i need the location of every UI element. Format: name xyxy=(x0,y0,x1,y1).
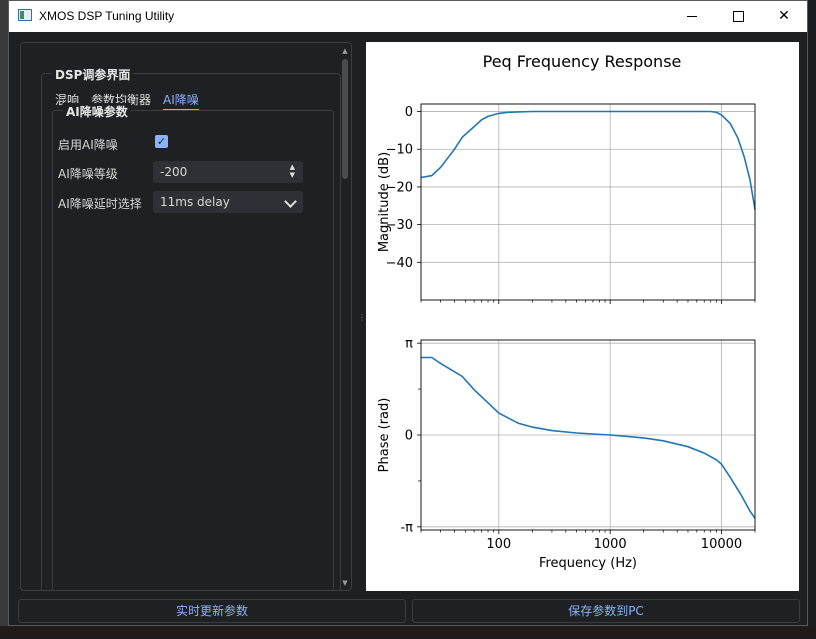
minimize-icon xyxy=(687,15,697,17)
ax1-xtick-label-0: 100 xyxy=(486,537,511,552)
spin-up-icon[interactable]: ▲ xyxy=(290,164,295,171)
denoise-level-value: -200 xyxy=(160,165,188,179)
ax0-frame xyxy=(420,103,756,301)
scroll-down-icon[interactable]: ▼ xyxy=(341,579,349,587)
tab-ai-denoise[interactable]: AI降噪 xyxy=(163,91,199,111)
denoise-level-label: AI降噪等级 xyxy=(58,167,118,181)
scrollbar-thumb[interactable] xyxy=(342,59,348,179)
denoise-delay-label: AI降噪延时选择 xyxy=(58,197,142,211)
window-title: XMOS DSP Tuning Utility xyxy=(39,9,175,23)
ax0-title: Peq Frequency Response xyxy=(483,52,682,71)
ax1-series-line xyxy=(421,356,756,519)
chevron-down-icon xyxy=(284,191,297,213)
enable-ai-denoise-checkbox[interactable]: ✓ xyxy=(155,135,168,148)
check-icon: ✓ xyxy=(156,135,167,148)
ax1-ytick-label-1: 0 xyxy=(405,429,413,444)
ax1-xtick-label-2: 10000 xyxy=(701,537,742,552)
title-bar[interactable]: XMOS DSP Tuning Utility ✕ xyxy=(9,1,807,32)
ai-denoise-group: AI降噪参数 启用AI降噪 ✓ AI降噪等级 -200 ▲ ▼ AI降噪延时选择… xyxy=(52,103,334,590)
dsp-group: DSP调参界面 混响 参数均衡器 AI降噪 AI降噪参数 启用AI降噪 ✓ AI… xyxy=(41,66,341,590)
denoise-delay-select[interactable]: 11ms delay xyxy=(153,191,303,213)
enable-ai-denoise-label: 启用AI降噪 xyxy=(58,138,118,152)
ax1-xtick-label-1: 1000 xyxy=(594,537,627,552)
settings-scroll-area[interactable]: DSP调参界面 混响 参数均衡器 AI降噪 AI降噪参数 启用AI降噪 ✓ AI… xyxy=(20,42,352,591)
ax0-series-line xyxy=(420,110,756,210)
close-button[interactable]: ✕ xyxy=(761,1,807,32)
ax0-ylabel: Magnitude (dB) xyxy=(377,152,392,252)
ax1-ytick-label-2: -π xyxy=(400,520,413,535)
app-window: XMOS DSP Tuning Utility ✕ DSP调参界面 混响 参数均… xyxy=(8,0,808,626)
denoise-level-spinbox[interactable]: -200 ▲ ▼ xyxy=(153,161,303,183)
plot-canvas: 0−10−20−30−40Magnitude (dB)Peq Frequency… xyxy=(377,52,756,571)
ax1-ylabel: Phase (rad) xyxy=(377,398,392,473)
app-icon xyxy=(18,9,32,21)
background-desktop xyxy=(0,0,8,639)
realtime-update-button[interactable]: 实时更新参数 xyxy=(18,599,406,623)
maximize-icon xyxy=(732,10,744,22)
background-desktop-bottom xyxy=(0,626,816,639)
spin-down-icon[interactable]: ▼ xyxy=(290,172,295,179)
ax0-ytick-label-4: −40 xyxy=(386,256,413,271)
maximize-button[interactable] xyxy=(715,1,761,32)
denoise-delay-value: 11ms delay xyxy=(160,195,230,209)
scroll-up-icon[interactable]: ▲ xyxy=(341,47,349,55)
vertical-scrollbar[interactable]: ▲ ▼ xyxy=(341,47,349,587)
save-params-button[interactable]: 保存参数到PC xyxy=(412,599,800,623)
close-icon: ✕ xyxy=(778,8,790,24)
ax1-ytick-label-0: π xyxy=(405,337,413,352)
ax0-ytick-label-0: 0 xyxy=(405,105,413,120)
ax1-xlabel: Frequency (Hz) xyxy=(539,556,637,571)
ai-denoise-group-title: AI降噪参数 xyxy=(63,103,131,120)
splitter-handle[interactable]: ⋮ xyxy=(358,313,366,322)
dsp-group-title: DSP调参界面 xyxy=(52,66,134,83)
minimize-button[interactable] xyxy=(669,1,715,32)
frequency-response-plot: 0 −10 −20 −30 −40 Magnitude (dB) Peq Frequency… xyxy=(366,42,799,591)
